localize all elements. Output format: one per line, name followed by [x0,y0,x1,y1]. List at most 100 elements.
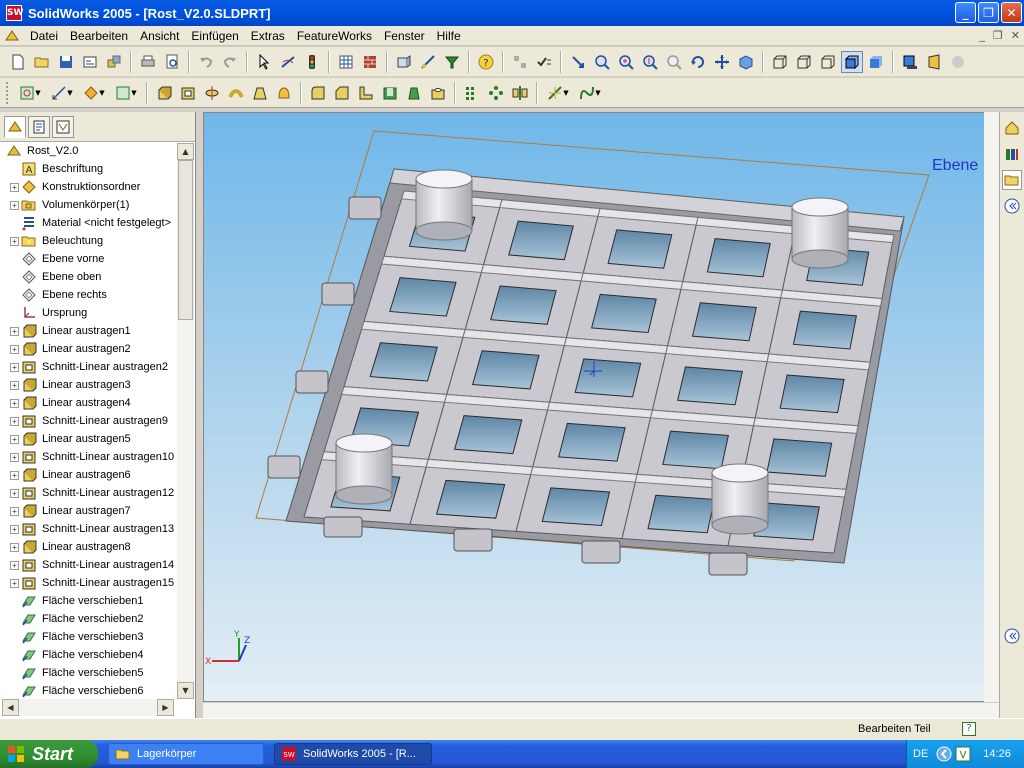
zoom-in-out-button[interactable] [639,51,661,73]
tree-vertical-scrollbar[interactable]: ▲ ▼ [177,143,194,699]
viewport-vertical-scrollbar[interactable] [984,112,999,702]
expand-toggle[interactable]: + [10,578,19,588]
save-button[interactable] [55,51,77,73]
task-pane-library-button[interactable] [1002,144,1022,164]
pan-button[interactable] [711,51,733,73]
tree-node[interactable]: + Linear austragen7 [0,502,176,520]
tree-node[interactable]: + Linear austragen4 [0,394,176,412]
tree-node[interactable]: + Linear austragen1 [0,322,176,340]
scroll-right-button[interactable]: ▶ [157,699,174,716]
tree-node[interactable]: Material <nicht festgelegt> [0,214,176,232]
restore-button[interactable]: ❐ [978,2,999,23]
status-help-icon[interactable]: ? [962,722,976,736]
doc-restore-button[interactable]: ❐ [993,29,1003,42]
menu-bearbeiten[interactable]: Bearbeiten [64,29,134,43]
menu-fenster[interactable]: Fenster [378,29,431,43]
realview-button[interactable] [947,51,969,73]
task-pane-collapse-button[interactable] [1002,196,1022,216]
close-button[interactable]: ✕ [1001,2,1022,23]
tab-propertymanager[interactable] [28,115,50,138]
shadow-button[interactable] [899,51,921,73]
open-button[interactable] [31,51,53,73]
curve-tools-button[interactable]: ▼ [575,82,605,104]
tree-node[interactable]: + Linear austragen5 [0,430,176,448]
tree-node[interactable]: + Volumenkörper(1) [0,196,176,214]
doc-minimize-button[interactable]: _ [979,29,985,42]
tree-node[interactable]: Ursprung [0,304,176,322]
tree-node[interactable]: Ebene oben [0,268,176,286]
tree-node[interactable]: + Schnitt-Linear austragen2 [0,358,176,376]
expand-toggle[interactable]: + [10,524,19,534]
print-button[interactable] [137,51,159,73]
expand-toggle[interactable]: + [10,452,19,462]
redo-button[interactable] [219,51,241,73]
expand-toggle[interactable]: + [10,560,19,570]
doc-close-button[interactable]: ✕ [1011,29,1020,42]
tray-version-icon[interactable]: V [955,746,971,762]
expand-toggle[interactable]: + [10,326,19,336]
tree-node[interactable]: + Schnitt-Linear austragen14 [0,556,176,574]
undo-button[interactable] [195,51,217,73]
task-pane-home-button[interactable] [1002,118,1022,138]
circular-pattern-button[interactable] [485,82,507,104]
language-indicator[interactable]: DE [913,748,928,760]
expand-toggle[interactable]: + [10,344,19,354]
expand-toggle[interactable]: + [10,470,19,480]
features-button[interactable] [441,51,463,73]
expand-toggle[interactable]: + [10,200,19,210]
options-button[interactable] [335,51,357,73]
tree-node[interactable]: + Linear austragen2 [0,340,176,358]
zoom-area-button[interactable] [615,51,637,73]
tray-back-icon[interactable] [936,746,952,762]
perspective-button[interactable] [923,51,945,73]
menu-ansicht[interactable]: Ansicht [134,29,185,43]
hidden-lines-visible-button[interactable] [793,51,815,73]
taskbar-item-solidworks[interactable]: SW SolidWorks 2005 - [R... [274,743,432,765]
expand-toggle[interactable]: + [10,380,19,390]
tree-node[interactable]: + Schnitt-Linear austragen10 [0,448,176,466]
zoom-to-fit-button[interactable] [591,51,613,73]
menu-einfuegen[interactable]: Einfügen [185,29,244,43]
expand-toggle[interactable]: + [10,236,19,246]
print-preview-button[interactable] [161,51,183,73]
menu-extras[interactable]: Extras [245,29,291,43]
zoom-selection-button[interactable] [663,51,685,73]
hidden-lines-removed-button[interactable] [817,51,839,73]
tree-node[interactable]: + Linear austragen8 [0,538,176,556]
tree-node[interactable]: + Linear austragen6 [0,466,176,484]
bell-button[interactable] [273,82,295,104]
viewport-horizontal-scrollbar[interactable] [203,702,999,718]
smart-dimension-button[interactable]: ▼ [47,82,77,104]
solidworks-app-icon[interactable]: SW [6,5,23,21]
tree-node[interactable]: Fläche verschieben4 [0,646,176,664]
tree-node[interactable]: Fläche verschieben6 [0,682,176,700]
extrude-cut-button[interactable] [177,82,199,104]
sketch-button[interactable] [277,51,299,73]
standard-views-button[interactable] [735,51,757,73]
shell-button[interactable] [379,82,401,104]
sweep-button[interactable] [225,82,247,104]
tree-node[interactable]: + Schnitt-Linear austragen13 [0,520,176,538]
expand-toggle[interactable]: + [10,434,19,444]
tree-node[interactable]: Fläche verschieben2 [0,610,176,628]
tab-configurationmanager[interactable] [52,115,74,138]
tree-root[interactable]: Rost_V2.0 [0,142,176,160]
tree-node[interactable]: + Konstruktionsordner [0,178,176,196]
select-button[interactable] [253,51,275,73]
tree-node[interactable]: Fläche verschieben5 [0,664,176,682]
menu-featureworks[interactable]: FeatureWorks [291,29,378,43]
scroll-up-button[interactable]: ▲ [177,143,194,160]
measure-button[interactable] [417,51,439,73]
rib-button[interactable] [355,82,377,104]
make-drawing-button[interactable] [79,51,101,73]
shaded-edges-button[interactable] [841,50,863,73]
rotate-view-button[interactable] [687,51,709,73]
tree-node[interactable]: + Beleuchtung [0,232,176,250]
snap-button[interactable] [509,51,531,73]
tree-node[interactable]: Ebene vorne [0,250,176,268]
expand-toggle[interactable]: + [10,506,19,516]
scroll-thumb[interactable] [178,160,193,320]
minimize-button[interactable]: _ [955,2,976,23]
sketch-dropdown-button[interactable]: ▼ [15,82,45,104]
hole-wizard-button[interactable] [427,82,449,104]
